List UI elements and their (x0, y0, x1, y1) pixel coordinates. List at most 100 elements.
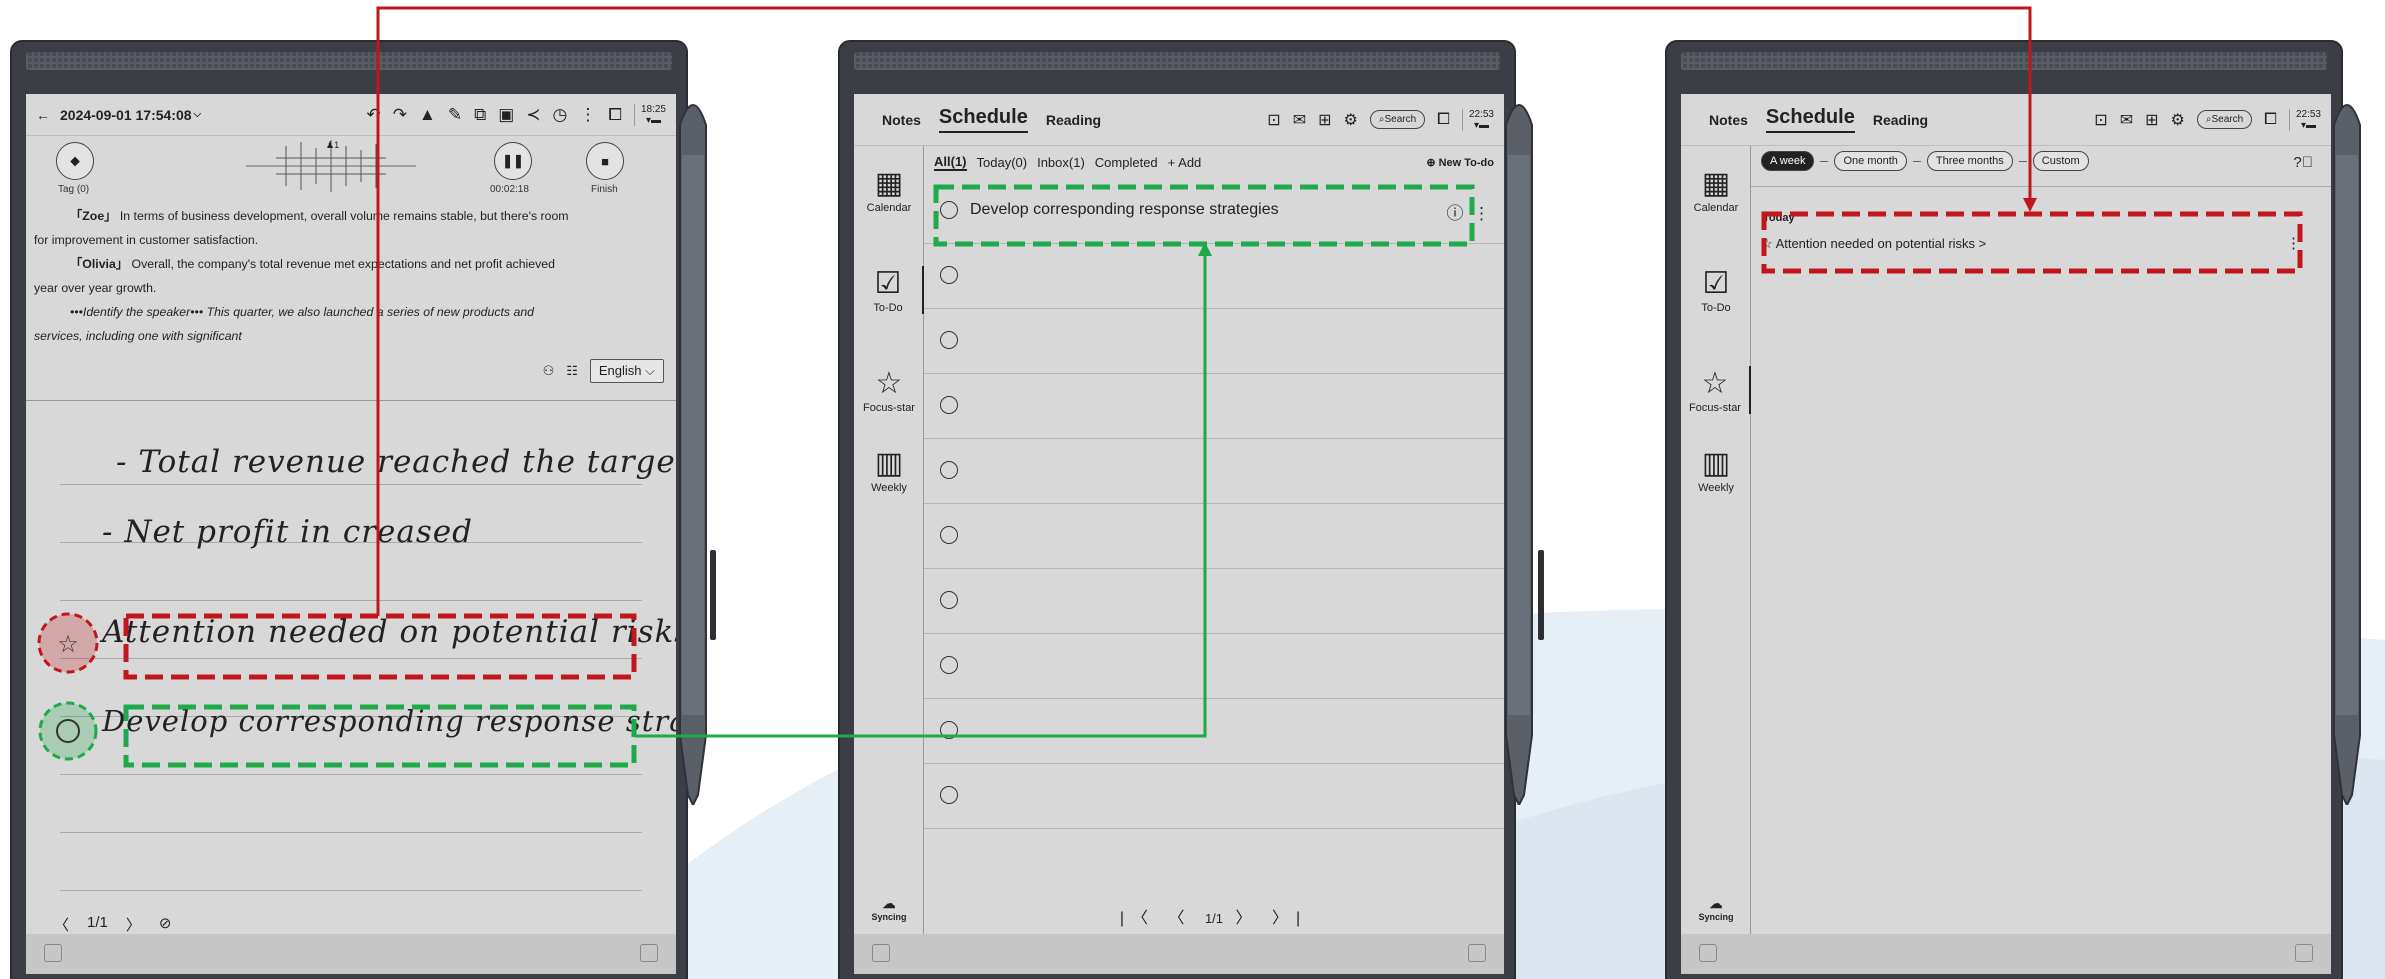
range-custom[interactable]: Custom (2032, 151, 2089, 171)
todo-checkbox[interactable] (940, 461, 958, 479)
todo-row-empty[interactable] (924, 504, 1504, 569)
settings-icon[interactable]: ⚙ (1344, 110, 1358, 130)
more-vertical-icon[interactable]: ⋮ (1473, 204, 1490, 223)
sidebar-item-todo[interactable]: ☑ To-Do (1681, 266, 1751, 314)
filter-today[interactable]: Today(0) (977, 155, 1028, 170)
prev-page-icon[interactable]: 〈 (54, 914, 69, 935)
search-button[interactable]: ⌕Search (2196, 110, 2253, 129)
last-page-icon[interactable]: 〉| (1272, 910, 1308, 927)
todo-checkbox[interactable] (940, 721, 958, 739)
info-icon[interactable]: ⓘ (1447, 204, 1464, 223)
note-datetime[interactable]: 2024-09-01 17:54:08 (60, 107, 192, 123)
scan-icon[interactable]: ⊡ (2094, 110, 2107, 130)
sidebar-item-calendar[interactable]: ▦ Calendar (854, 166, 924, 214)
scan-icon[interactable]: ⊡ (1267, 110, 1280, 130)
todo-checkbox[interactable] (940, 786, 958, 804)
help-icon[interactable]: ?⃝ (2293, 154, 2313, 171)
sidebar-item-weekly[interactable]: ▥ Weekly (1681, 446, 1751, 494)
sync-status[interactable]: ☁ Syncing (854, 896, 924, 922)
pen-icon[interactable]: ▲ (419, 105, 436, 125)
add-filter-button[interactable]: + Add (1168, 155, 1202, 170)
tab-schedule[interactable]: Schedule (938, 106, 1028, 133)
share-icon[interactable]: ≺ (526, 105, 540, 125)
range-three-months[interactable]: Three months (1926, 151, 2013, 171)
range-week[interactable]: A week (1761, 151, 1815, 171)
lock-off-icon[interactable]: ⊘ (159, 914, 172, 935)
sync-status[interactable]: ☁ Syncing (1681, 896, 1751, 922)
sidebar-item-focus-star[interactable]: ☆ Focus-star (1681, 366, 1751, 414)
tab-schedule[interactable]: Schedule (1765, 106, 1855, 133)
pause-button[interactable]: ❚❚ (494, 142, 532, 180)
focus-star-item[interactable]: ☆ Attention needed on potential risks > (1761, 236, 1986, 252)
window-icon[interactable]: ⧠ (2264, 111, 2277, 129)
more-vertical-icon[interactable]: ⋮ (2286, 234, 2301, 252)
toolbar-toggle-icon[interactable] (2295, 944, 2313, 962)
tab-notes[interactable]: Notes (1709, 112, 1748, 128)
redo-icon[interactable]: ↷ (393, 105, 407, 125)
search-button[interactable]: ⌕Search (1369, 110, 1426, 129)
schedule-nav: Notes Schedule Reading ⊡ ✉ ⊞ ⚙ ⌕Search ⧠… (1681, 94, 2331, 146)
highlighter-icon[interactable]: ✎ (448, 105, 462, 125)
apps-icon[interactable]: ⊞ (1318, 110, 1331, 130)
window-icon[interactable]: ⧠ (608, 105, 622, 125)
todo-row-empty[interactable] (924, 699, 1504, 764)
apps-icon[interactable]: ⊞ (2145, 110, 2158, 130)
sidebar-toggle-icon[interactable] (44, 944, 62, 962)
undo-icon[interactable]: ↶ (366, 105, 380, 125)
todo-row-empty[interactable] (924, 764, 1504, 829)
sidebar-toggle-icon[interactable] (1699, 944, 1717, 962)
sidebar-item-focus-star[interactable]: ☆ Focus-star (854, 366, 924, 414)
tab-reading[interactable]: Reading (1046, 112, 1101, 128)
tag-button[interactable]: ⬥ (56, 142, 94, 180)
next-page-icon[interactable]: 〉 (126, 914, 141, 935)
sidebar-item-todo[interactable]: ☑ To-Do (854, 266, 924, 314)
sidebar-item-weekly[interactable]: ▥ Weekly (854, 446, 924, 494)
tab-notes[interactable]: Notes (882, 112, 921, 128)
todo-row[interactable]: Develop corresponding response strategie… (924, 179, 1504, 244)
todo-row-empty[interactable] (924, 439, 1504, 504)
new-todo-button[interactable]: ⊕ New To-do (1426, 156, 1494, 169)
todo-checkbox[interactable] (940, 266, 958, 284)
toolbar-toggle-icon[interactable] (640, 944, 658, 962)
more-vertical-icon[interactable]: ⋮ (579, 105, 596, 125)
sidebar-item-calendar[interactable]: ▦ Calendar (1681, 166, 1751, 214)
chevron-down-icon[interactable]: ⌵ (194, 109, 202, 120)
filter-all[interactable]: All(1) (934, 154, 967, 171)
next-page-icon[interactable]: 〉 (1235, 910, 1259, 927)
range-divider (1820, 160, 1829, 162)
history-icon[interactable]: ◷ (553, 105, 568, 125)
first-page-icon[interactable]: |〈 (1120, 910, 1156, 927)
tab-reading[interactable]: Reading (1873, 112, 1928, 128)
prev-page-icon[interactable]: 〈 (1168, 910, 1192, 927)
bottom-bar (854, 934, 1504, 974)
sidebar-toggle-icon[interactable] (872, 944, 890, 962)
window-icon[interactable]: ⧠ (1437, 111, 1450, 129)
todo-checkbox[interactable] (940, 526, 958, 544)
toolbar-toggle-icon[interactable] (1468, 944, 1486, 962)
back-arrow-icon[interactable]: ← (36, 107, 50, 123)
filter-completed[interactable]: Completed (1095, 155, 1158, 170)
page-indicator: 1/1 (1204, 911, 1224, 926)
todo-row-empty[interactable] (924, 634, 1504, 699)
todo-row-empty[interactable] (924, 309, 1504, 374)
mail-icon[interactable]: ✉ (2120, 110, 2133, 130)
settings-icon[interactable]: ⚙ (2171, 110, 2185, 130)
todo-checkbox[interactable] (940, 656, 958, 674)
todo-checkbox[interactable] (940, 396, 958, 414)
todo-checkbox[interactable] (940, 331, 958, 349)
finish-button[interactable]: ■ (586, 142, 624, 180)
todo-row-empty[interactable] (924, 374, 1504, 439)
todo-checkbox[interactable] (940, 201, 958, 219)
range-month[interactable]: One month (1834, 151, 1907, 171)
layers-icon[interactable]: ⧉ (474, 105, 486, 125)
mail-icon[interactable]: ✉ (1293, 110, 1306, 130)
filter-inbox[interactable]: Inbox(1) (1037, 155, 1085, 170)
language-select[interactable]: English ⌵ (589, 359, 664, 383)
speaker-settings-icon[interactable]: ⚇ (543, 363, 555, 379)
text-format-icon[interactable]: ☷ (566, 363, 578, 379)
todo-row-empty[interactable] (924, 569, 1504, 634)
todo-row-empty[interactable] (924, 244, 1504, 309)
todo-checkbox[interactable] (940, 591, 958, 609)
image-icon[interactable]: ▣ (498, 105, 514, 125)
handwriting-line: Attention needed on potential risks (102, 614, 676, 650)
